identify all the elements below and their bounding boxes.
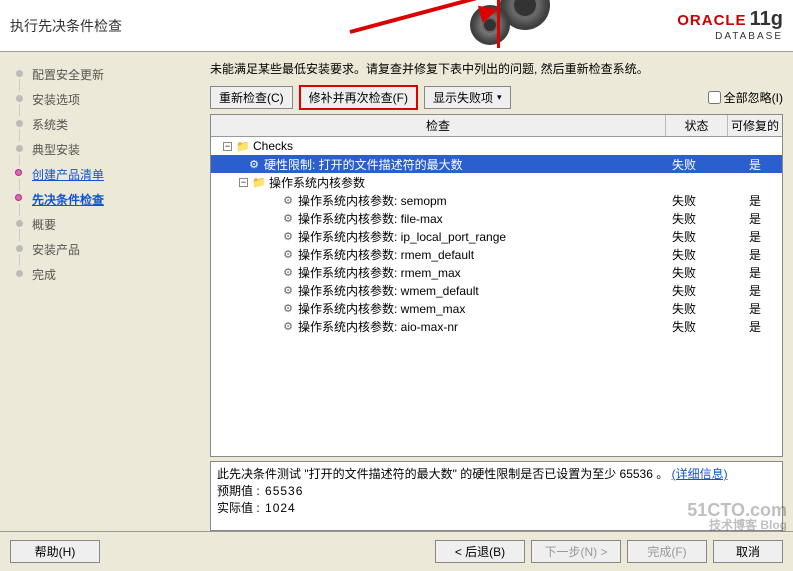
nav-item-3: 典型安装 [10,137,210,162]
actual-label: 实际值 [217,501,253,515]
page-title: 执行先决条件检查 [10,16,122,36]
tree-group[interactable]: −操作系统内核参数 [211,173,782,191]
toolbar: 重新检查(C) 修补并再次检查(F) 显示失败项 全部忽略(I) [210,85,783,110]
tree-root[interactable]: −Checks [211,137,782,155]
nav-item-5[interactable]: 先决条件检查 [10,187,210,212]
footer-bar: 帮助(H) < 后退(B) 下一步(N) > 完成(F) 取消 [0,531,793,571]
annotation-arrow [350,30,490,34]
gear-icon [281,265,295,279]
nav-item-8: 完成 [10,262,210,287]
nav-item-2: 系统类 [10,112,210,137]
help-button[interactable]: 帮助(H) [10,540,100,563]
finish-button: 完成(F) [627,540,707,563]
ignore-all-checkbox[interactable]: 全部忽略(I) [708,89,783,106]
gear-icon [281,193,295,207]
col-status: 状态 [666,115,728,136]
actual-value: : 1024 [256,501,295,515]
tree-item-6[interactable]: 操作系统内核参数: wmem_max失败是 [211,299,782,317]
detail-text: 此先决条件测试 "打开的文件描述符的最大数" 的硬性限制是否已设置为至少 655… [217,467,668,481]
ignore-all-input[interactable] [708,91,721,104]
marker-vline [497,0,500,48]
tree-item-1[interactable]: 操作系统内核参数: file-max失败是 [211,209,782,227]
column-headers: 检查 状态 可修复的 [211,115,782,137]
gear-icon [281,247,295,261]
brand-logo: ORACLE 11g DATABASE [677,8,783,42]
folder-icon [252,175,266,189]
gear-icon [281,319,295,333]
col-fixable: 可修复的 [728,115,782,136]
nav-sidebar: 配置安全更新安装选项系统类典型安装创建产品清单先决条件检查概要安装产品完成 [0,52,210,531]
checks-panel: 检查 状态 可修复的 −Checks硬性限制: 打开的文件描述符的最大数失败是−… [210,114,783,457]
tree-selected[interactable]: 硬性限制: 打开的文件描述符的最大数失败是 [211,155,782,173]
tree-item-5[interactable]: 操作系统内核参数: wmem_default失败是 [211,281,782,299]
nav-item-4[interactable]: 创建产品清单 [10,162,210,187]
gear-icon [281,283,295,297]
gear-icon [281,211,295,225]
tree-item-0[interactable]: 操作系统内核参数: semopm失败是 [211,191,782,209]
toggle-icon[interactable]: − [239,178,248,187]
tree-item-7[interactable]: 操作系统内核参数: aio-max-nr失败是 [211,317,782,335]
next-button: 下一步(N) > [531,540,621,563]
tree-item-2[interactable]: 操作系统内核参数: ip_local_port_range失败是 [211,227,782,245]
nav-item-1: 安装选项 [10,87,210,112]
tree-item-4[interactable]: 操作系统内核参数: rmem_max失败是 [211,263,782,281]
nav-item-6: 概要 [10,212,210,237]
gear-icon [247,157,261,171]
fix-and-recheck-button[interactable]: 修补并再次检查(F) [299,85,418,110]
tree-item-3[interactable]: 操作系统内核参数: rmem_default失败是 [211,245,782,263]
col-check: 检查 [211,115,666,136]
toggle-icon[interactable]: − [223,142,232,151]
expected-value: : 65536 [256,484,303,498]
detail-link[interactable]: (详细信息) [672,467,728,481]
nav-item-0: 配置安全更新 [10,62,210,87]
recheck-button[interactable]: 重新检查(C) [210,86,293,109]
warning-message: 未能满足某些最低安装要求。请复查并修复下表中列出的问题, 然后重新检查系统。 [210,60,783,77]
nav-item-7: 安装产品 [10,237,210,262]
show-failed-dropdown[interactable]: 显示失败项 [424,86,511,109]
checks-tree[interactable]: −Checks硬性限制: 打开的文件描述符的最大数失败是−操作系统内核参数操作系… [211,137,782,456]
cancel-button[interactable]: 取消 [713,540,783,563]
folder-icon [236,139,250,153]
header-bar: 执行先决条件检查 ORACLE 11g DATABASE [0,0,793,52]
gear-icon [281,229,295,243]
gear-icon [281,301,295,315]
back-button[interactable]: < 后退(B) [435,540,525,563]
detail-panel: 此先决条件测试 "打开的文件描述符的最大数" 的硬性限制是否已设置为至少 655… [210,461,783,531]
expected-label: 预期值 [217,484,253,498]
